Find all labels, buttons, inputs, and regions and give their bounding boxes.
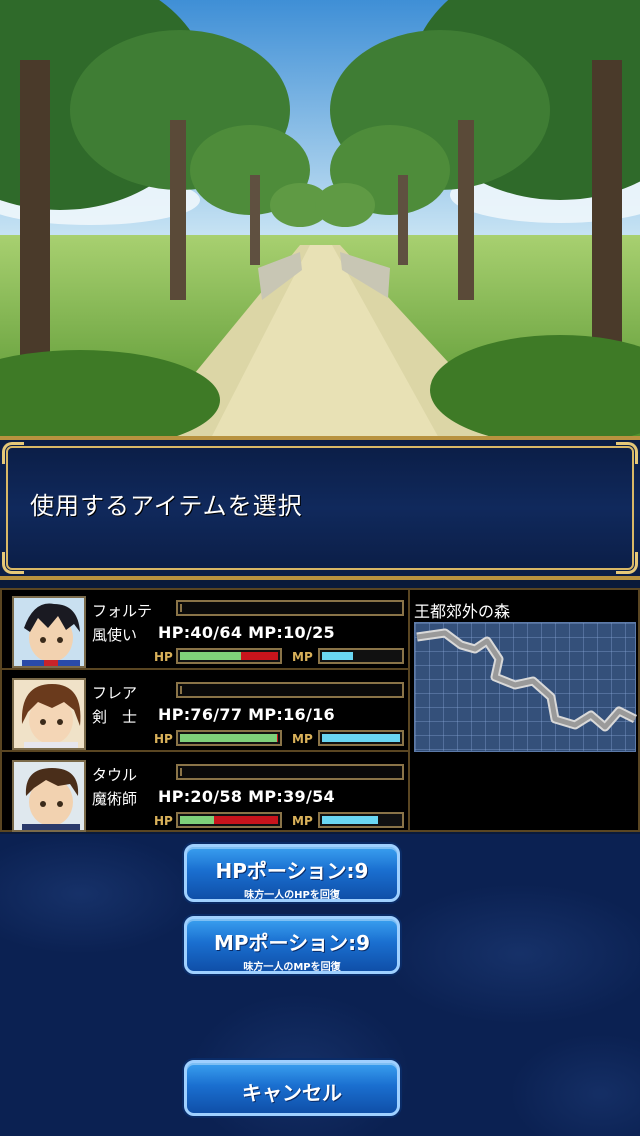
hp-bar-depleted (277, 734, 278, 742)
mp-label: MP (292, 650, 313, 664)
member-name: フォルテ (92, 602, 153, 620)
item-description: 味方一人のMPを回復 (243, 962, 341, 973)
hp-bar-fill (180, 816, 214, 824)
hp-label: HP (154, 650, 173, 664)
status-bar-empty (176, 764, 404, 780)
mp-label: MP (292, 732, 313, 746)
item-label: MPポーション:9 (213, 931, 371, 955)
cancel-label: キャンセル (242, 1081, 342, 1105)
character-portrait (12, 760, 86, 832)
member-stats: HP:76/77 MP:16/16 (158, 705, 335, 724)
hp-bar-fill (180, 734, 277, 742)
mp-bar (318, 812, 404, 828)
message-text: 使用するアイテムを選択 (30, 492, 303, 520)
hp-bar (176, 730, 282, 746)
frame-corner-ornament (616, 552, 638, 574)
mp-bar (318, 730, 404, 746)
hp-bar (176, 812, 282, 828)
hp-bar-fill (180, 652, 241, 660)
frame-corner-ornament (2, 442, 24, 464)
member-stats: HP:40/64 MP:10/25 (158, 623, 335, 642)
member-job: 剣 士 (92, 708, 138, 726)
item-label: HPポーション:9 (215, 859, 369, 883)
hp-potion-button[interactable]: HPポーション:9 味方一人のHPを回復 (184, 844, 400, 902)
mp-potion-button[interactable]: MPポーション:9 味方一人のMPを回復 (184, 916, 400, 974)
frame-corner-ornament (616, 442, 638, 464)
hp-bar-depleted (241, 652, 278, 660)
mp-label: MP (292, 814, 313, 828)
member-stats: HP:20/58 MP:39/54 (158, 787, 335, 806)
character-portrait (12, 596, 86, 668)
member-name: タウル (92, 766, 138, 784)
cancel-button[interactable]: キャンセル (184, 1060, 400, 1116)
party-member-row[interactable]: フレア 剣 士 HP:76/77 MP:16/16 HP MP (2, 672, 408, 752)
party-member-row[interactable]: タウル 魔術師 HP:20/58 MP:39/54 HP MP (2, 754, 408, 834)
item-description: 味方一人のHPを回復 (244, 890, 340, 901)
status-bar-empty (176, 682, 404, 698)
hp-bar-depleted (214, 816, 278, 824)
mp-bar-fill (322, 652, 353, 660)
mp-bar (318, 648, 404, 664)
hp-bar (176, 648, 282, 664)
hp-label: HP (154, 732, 173, 746)
hp-label: HP (154, 814, 173, 828)
frame-corner-ornament (2, 552, 24, 574)
member-job: 風使い (92, 626, 138, 644)
party-member-row[interactable]: フォルテ 風使い HP:40/64 MP:10/25 HP MP (2, 590, 408, 670)
character-portrait (12, 678, 86, 750)
member-job: 魔術師 (92, 790, 138, 808)
map-title: 王都郊外の森 (414, 602, 511, 621)
mp-bar-fill (322, 816, 378, 824)
mp-bar-fill (322, 734, 400, 742)
status-bar-empty (176, 600, 404, 616)
message-window: 使用するアイテムを選択 (0, 436, 640, 580)
minimap[interactable] (414, 622, 638, 752)
member-name: フレア (92, 684, 138, 702)
party-status-panel: フォルテ 風使い HP:40/64 MP:10/25 HP MP フレア 剣 士… (0, 588, 410, 832)
area-map-panel: 王都郊外の森 (410, 588, 640, 832)
battle-scene-background (0, 0, 640, 440)
